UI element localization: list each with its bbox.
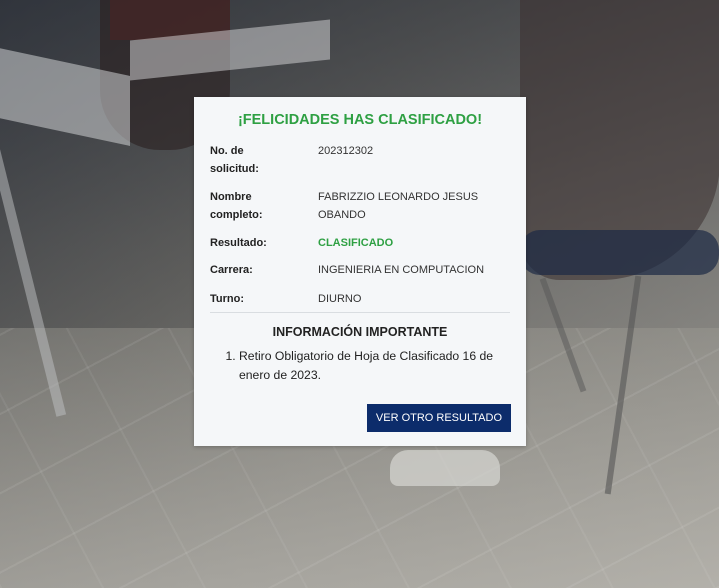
list-item: Retiro Obligatorio de Hoja de Clasificad… bbox=[239, 347, 510, 385]
status-value: CLASIFICADO bbox=[318, 237, 394, 249]
row-label: Resultado: bbox=[210, 237, 267, 249]
result-row-resultado: Resultado: CLASIFICADO bbox=[210, 234, 510, 261]
row-value: 202312302 bbox=[318, 145, 374, 157]
view-another-result-button[interactable]: VER OTRO RESULTADO bbox=[366, 404, 511, 432]
result-row-solicitud: No. de solicitud: 202312302 bbox=[210, 142, 510, 188]
result-row-nombre: Nombre completo: FABRIZZIO LEONARDO JESU… bbox=[210, 188, 510, 234]
divider bbox=[210, 312, 510, 313]
result-card: ¡FELICIDADES HAS CLASIFICADO! No. de sol… bbox=[194, 97, 526, 446]
info-title: INFORMACIÓN IMPORTANTE bbox=[272, 325, 448, 339]
background-shape bbox=[520, 230, 719, 275]
result-row-turno: Turno: DIURNO bbox=[210, 290, 510, 312]
row-label: Nombre completo: bbox=[210, 191, 263, 221]
result-row-carrera: Carrera: INGENIERIA EN COMPUTACION bbox=[210, 261, 510, 290]
row-label: Carrera: bbox=[210, 264, 253, 276]
info-list: Retiro Obligatorio de Hoja de Clasificad… bbox=[210, 347, 510, 385]
button-row: VER OTRO RESULTADO bbox=[366, 404, 511, 432]
row-label: Turno: bbox=[210, 293, 245, 305]
background-shape bbox=[390, 450, 500, 486]
result-title: ¡FELICIDADES HAS CLASIFICADO! bbox=[237, 112, 483, 128]
row-value: FABRIZZIO LEONARDO JESUS OBANDO bbox=[318, 191, 479, 221]
row-value: DIURNO bbox=[318, 293, 362, 305]
row-value: INGENIERIA EN COMPUTACION bbox=[318, 264, 485, 276]
row-label: No. de solicitud: bbox=[210, 145, 259, 175]
